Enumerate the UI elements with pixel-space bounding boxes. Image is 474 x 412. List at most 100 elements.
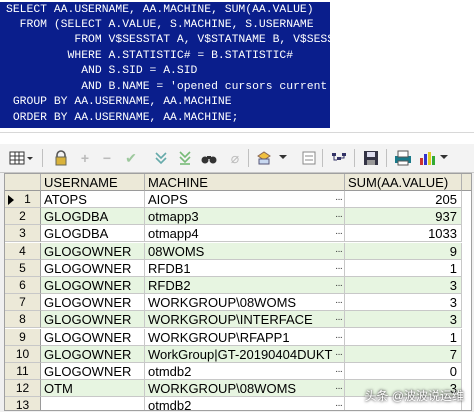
cell-username[interactable]: GLOGOWNER	[41, 311, 145, 329]
ellipsis-button-icon[interactable]: ···	[335, 225, 343, 241]
cell-machine[interactable]: WORKGROUP\08WOMS ···	[145, 380, 345, 398]
cell-sum-value[interactable]: 205	[345, 191, 462, 208]
row-number[interactable]: 12	[5, 380, 41, 398]
ellipsis-button-icon[interactable]: ···	[335, 311, 343, 327]
export-icon[interactable]	[255, 149, 273, 167]
cell-sum-value[interactable]: 1	[345, 328, 462, 346]
row-number[interactable]: 1	[5, 191, 41, 208]
cell-machine[interactable]: 08WOMS ···	[145, 242, 345, 260]
table-row[interactable]: 8 GLOGOWNER WORKGROUP\INTERFACE ··· 3	[5, 311, 471, 329]
fetch-next-icon[interactable]	[152, 149, 170, 167]
chart-icon[interactable]	[418, 149, 436, 167]
cell-username[interactable]: GLOGDBA	[41, 208, 145, 226]
cell-username[interactable]: GLOGDBA	[41, 225, 145, 243]
cell-machine-text: WORKGROUP\08WOMS	[148, 381, 297, 397]
clear-icon[interactable]: ⌀	[226, 149, 244, 167]
table-row[interactable]: 1 ATOPS AIOPS ··· 205	[5, 191, 471, 208]
cell-sum-value[interactable]: 3	[345, 277, 462, 294]
ellipsis-button-icon[interactable]: ···	[335, 329, 343, 345]
sql-editor[interactable]: SELECT AA.USERNAME, AA.MACHINE, SUM(AA.V…	[0, 0, 474, 132]
row-number[interactable]: 9	[5, 328, 41, 346]
table-row[interactable]: 9 GLOGOWNER WORKGROUP\RFAPP1 ··· 1	[5, 328, 471, 346]
row-number[interactable]: 10	[5, 345, 41, 363]
cell-username[interactable]: GLOGOWNER	[41, 242, 145, 260]
cell-machine[interactable]: otmdb2 ···	[145, 363, 345, 380]
post-changes-icon[interactable]: ✔	[122, 149, 140, 167]
cell-sum-value[interactable]: 3	[345, 311, 462, 329]
cell-machine[interactable]: WorkGroup|GT-20190404DUKT ···	[145, 345, 345, 363]
cell-username[interactable]: OTM	[41, 380, 145, 398]
cell-username[interactable]: GLOGOWNER	[41, 259, 145, 277]
row-number[interactable]: 6	[5, 277, 41, 294]
print-icon[interactable]	[394, 149, 412, 167]
separator	[322, 149, 323, 167]
row-number[interactable]: 11	[5, 363, 41, 380]
ellipsis-button-icon[interactable]: ···	[335, 380, 343, 396]
cell-machine[interactable]: WORKGROUP\RFAPP1 ···	[145, 328, 345, 346]
sql-line: ORDER BY AA.USERNAME, AA.MACHINE;	[6, 112, 239, 124]
table-row[interactable]: 4 GLOGOWNER 08WOMS ··· 9	[5, 242, 471, 260]
ellipsis-button-icon[interactable]: ···	[335, 208, 343, 224]
separator	[354, 149, 355, 167]
table-row[interactable]: 10 GLOGOWNER WorkGroup|GT-20190404DUKT ··· 7	[5, 345, 471, 363]
cell-sum-value[interactable]: 7	[345, 345, 462, 363]
cell-machine[interactable]: RFDB1 ···	[145, 259, 345, 277]
cell-sum-value[interactable]: 9	[345, 242, 462, 260]
cell-username[interactable]: GLOGOWNER	[41, 328, 145, 346]
grid-view-icon[interactable]	[8, 149, 34, 167]
save-icon[interactable]	[362, 149, 380, 167]
cell-username[interactable]: GLOGOWNER	[41, 277, 145, 294]
cell-machine[interactable]: WORKGROUP\08WOMS ···	[145, 294, 345, 312]
export-dropdown-icon[interactable]	[276, 149, 290, 167]
cell-username[interactable]: GLOGOWNER	[41, 294, 145, 312]
row-number[interactable]: 7	[5, 294, 41, 312]
row-number[interactable]: 4	[5, 242, 41, 260]
row-number[interactable]: 5	[5, 259, 41, 277]
row-number[interactable]: 13	[5, 397, 41, 410]
cell-machine[interactable]: otmapp4 ···	[145, 225, 345, 243]
add-record-icon[interactable]: +	[76, 149, 94, 167]
cell-username[interactable]: GLOGOWNER	[41, 345, 145, 363]
table-row[interactable]: 3 GLOGDBA otmapp4 ··· 1033	[5, 225, 471, 243]
ellipsis-button-icon[interactable]: ···	[335, 294, 343, 310]
delete-record-icon[interactable]: −	[98, 149, 116, 167]
binoculars-icon[interactable]	[200, 149, 218, 167]
cell-machine[interactable]: AIOPS ···	[145, 191, 345, 208]
ellipsis-button-icon[interactable]: ···	[335, 277, 343, 293]
row-number[interactable]: 2	[5, 208, 41, 226]
chart-dropdown-icon[interactable]	[438, 149, 450, 167]
result-grid: USERNAME MACHINE SUM(AA.VALUE) 1 ATOPS AIO…	[4, 173, 472, 411]
cell-sum-value[interactable]: 0	[345, 363, 462, 380]
ellipsis-button-icon[interactable]: ···	[335, 243, 343, 259]
ellipsis-button-icon[interactable]: ···	[335, 260, 343, 276]
cell-sum-value[interactable]: 1033	[345, 225, 462, 243]
table-row[interactable]: 5 GLOGOWNER RFDB1 ··· 1	[5, 259, 471, 277]
ellipsis-button-icon[interactable]: ···	[335, 346, 343, 362]
table-row[interactable]: 2 GLOGDBA otmapp3 ··· 937	[5, 208, 471, 226]
column-header-username[interactable]: USERNAME	[41, 174, 145, 191]
ellipsis-button-icon[interactable]: ···	[335, 397, 343, 410]
table-row[interactable]: 7 GLOGOWNER WORKGROUP\08WOMS ··· 3	[5, 294, 471, 312]
cell-sum-value[interactable]: 1	[345, 259, 462, 277]
cell-sum-value[interactable]: 937	[345, 208, 462, 226]
ellipsis-button-icon[interactable]: ···	[335, 363, 343, 379]
cell-machine[interactable]: WORKGROUP\INTERFACE ···	[145, 311, 345, 329]
cell-sum-value[interactable]: 3	[345, 294, 462, 312]
ellipsis-button-icon[interactable]: ···	[335, 191, 343, 207]
cell-machine[interactable]: otmapp3 ···	[145, 208, 345, 226]
row-number[interactable]: 3	[5, 225, 41, 243]
cell-machine[interactable]: RFDB2 ···	[145, 277, 345, 294]
fetch-all-icon[interactable]	[176, 149, 194, 167]
cell-username[interactable]: GLOGOWNER	[41, 363, 145, 380]
table-row[interactable]: 6 GLOGOWNER RFDB2 ··· 3	[5, 277, 471, 294]
row-number[interactable]: 8	[5, 311, 41, 329]
column-header-sum-value[interactable]: SUM(AA.VALUE)	[345, 174, 462, 191]
cell-username[interactable]	[41, 397, 145, 410]
query-by-example-icon[interactable]	[330, 149, 348, 167]
cell-machine[interactable]: otmdb2 ···	[145, 397, 345, 410]
column-header-machine[interactable]: MACHINE	[145, 174, 345, 191]
single-record-view-icon[interactable]	[300, 149, 318, 167]
table-row[interactable]: 11 GLOGOWNER otmdb2 ··· 0	[5, 363, 471, 380]
lock-icon[interactable]	[52, 149, 70, 167]
cell-username[interactable]: ATOPS	[41, 191, 145, 208]
